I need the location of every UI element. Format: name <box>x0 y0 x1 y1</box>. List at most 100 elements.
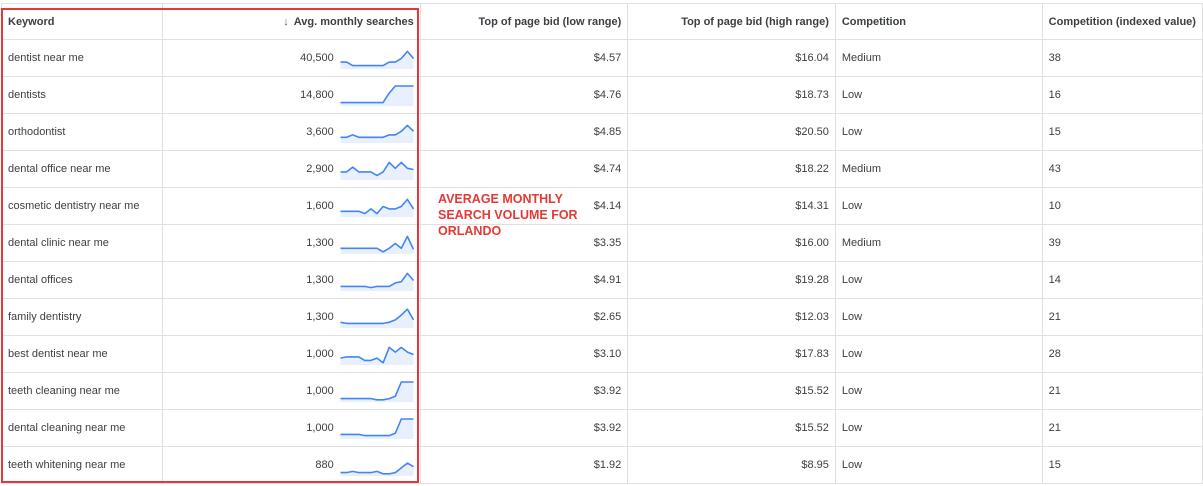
low-bid-cell: $3.92 <box>419 409 629 447</box>
competition-cell: Medium <box>834 150 1043 188</box>
competition-cell: Low <box>834 261 1043 299</box>
table-row[interactable]: dental offices 1,300 $4.91 $19.28 Low 14 <box>1 261 1203 299</box>
avg-monthly-searches-cell: 1,300 <box>161 298 421 336</box>
avg-monthly-searches-cell: 1,000 <box>161 335 421 373</box>
competition-cell: Low <box>834 113 1043 151</box>
keyword-cell[interactable]: dental cleaning near me <box>1 409 163 447</box>
trend-sparkline <box>340 418 414 439</box>
high-bid-cell: $17.83 <box>627 335 836 373</box>
trend-sparkline <box>340 346 414 365</box>
keyword-cell[interactable]: dental office near me <box>1 150 163 188</box>
column-header-competition-index[interactable]: Competition (indexed value) <box>1041 3 1203 40</box>
keyword-cell[interactable]: teeth cleaning near me <box>1 372 163 410</box>
avg-monthly-searches-cell: 40,500 <box>161 39 421 77</box>
column-header-competition[interactable]: Competition <box>834 3 1043 40</box>
trend-sparkline <box>340 381 414 402</box>
trend-sparkline <box>340 124 414 143</box>
sparkline-area <box>340 125 414 143</box>
trend-sparkline <box>340 161 414 180</box>
table-body: dentist near me 40,500 $4.57 $16.04 Medium 38… <box>1 39 1203 484</box>
competition-cell: Low <box>834 298 1043 336</box>
avg-monthly-searches-value: 1,000 <box>306 348 334 360</box>
high-bid-cell: $12.03 <box>627 298 836 336</box>
high-bid-cell: $15.52 <box>627 409 836 447</box>
avg-monthly-searches-value: 1,000 <box>306 385 334 397</box>
trend-sparkline <box>340 272 414 291</box>
high-bid-cell: $16.04 <box>627 39 836 77</box>
competition-index-cell: 39 <box>1041 224 1203 262</box>
keyword-cell[interactable]: best dentist near me <box>1 335 163 373</box>
trend-sparkline <box>340 308 414 328</box>
avg-monthly-searches-value: 2,900 <box>306 163 334 175</box>
keyword-cell[interactable]: cosmetic dentistry near me <box>1 187 163 225</box>
table-row[interactable]: dental cleaning near me 1,000 $3.92 $15.52 L… <box>1 409 1203 447</box>
high-bid-cell: $16.00 <box>627 224 836 262</box>
competition-cell: Low <box>834 446 1043 484</box>
competition-index-cell: 28 <box>1041 335 1203 373</box>
avg-monthly-searches-value: 1,300 <box>306 274 334 286</box>
keyword-cell[interactable]: dentists <box>1 76 163 114</box>
table-row[interactable]: dental office near me 2,900 $4.74 $18.22 Med… <box>1 150 1203 188</box>
avg-monthly-searches-value: 3,600 <box>306 126 334 138</box>
high-bid-cell: $18.22 <box>627 150 836 188</box>
competition-index-cell: 16 <box>1041 76 1203 114</box>
trend-sparkline <box>340 198 414 217</box>
competition-cell: Low <box>834 187 1043 225</box>
keyword-cell[interactable]: orthodontist <box>1 113 163 151</box>
low-bid-cell: $4.74 <box>419 150 629 188</box>
avg-monthly-searches-cell: 1,300 <box>161 224 421 262</box>
sparkline-area <box>340 162 414 180</box>
avg-monthly-searches-value: 1,300 <box>306 311 334 323</box>
keyword-cell[interactable]: dentist near me <box>1 39 163 77</box>
avg-monthly-searches-cell: 3,600 <box>161 113 421 151</box>
competition-index-cell: 21 <box>1041 372 1203 410</box>
table-row[interactable]: dentist near me 40,500 $4.57 $16.04 Medium 38 <box>1 39 1203 77</box>
arrow-down-icon: ↓ <box>283 15 289 28</box>
keyword-cell[interactable]: dental clinic near me <box>1 224 163 262</box>
low-bid-cell: $3.92 <box>419 372 629 410</box>
column-header-low-bid[interactable]: Top of page bid (low range) <box>419 3 629 40</box>
table-row[interactable]: teeth cleaning near me 1,000 $3.92 $15.52 Lo… <box>1 372 1203 410</box>
low-bid-cell: $2.65 <box>419 298 629 336</box>
avg-monthly-searches-cell: 1,000 <box>161 409 421 447</box>
avg-monthly-searches-cell: 1,300 <box>161 261 421 299</box>
competition-cell: Low <box>834 409 1043 447</box>
table-row[interactable]: teeth whitening near me 880 $1.92 $8.95 Low 1… <box>1 446 1203 484</box>
trend-sparkline <box>340 235 414 254</box>
table-row[interactable]: family dentistry 1,300 $2.65 $12.03 Low 21 <box>1 298 1203 336</box>
competition-cell: Medium <box>834 39 1043 77</box>
column-header-high-bid[interactable]: Top of page bid (high range) <box>627 3 836 40</box>
column-header-keyword[interactable]: Keyword <box>1 3 163 40</box>
competition-cell: Low <box>834 335 1043 373</box>
keyword-table: Keyword ↓ Avg. monthly searches Top of pa… <box>1 3 1203 484</box>
keyword-cell[interactable]: family dentistry <box>1 298 163 336</box>
sparkline-area <box>340 273 414 291</box>
keyword-cell[interactable]: teeth whitening near me <box>1 446 163 484</box>
avg-monthly-searches-value: 1,300 <box>306 237 334 249</box>
table-row[interactable]: best dentist near me 1,000 $3.10 $17.83 Low 2… <box>1 335 1203 373</box>
avg-monthly-searches-cell: 14,800 <box>161 76 421 114</box>
sparkline-area <box>340 309 414 328</box>
competition-index-cell: 38 <box>1041 39 1203 77</box>
avg-monthly-searches-value: 14,800 <box>300 89 334 101</box>
low-bid-cell: $4.76 <box>419 76 629 114</box>
high-bid-cell: $8.95 <box>627 446 836 484</box>
avg-monthly-searches-value: 1,000 <box>306 422 334 434</box>
keyword-cell[interactable]: dental offices <box>1 261 163 299</box>
table-row[interactable]: orthodontist 3,600 $4.85 $20.50 Low 15 <box>1 113 1203 151</box>
high-bid-cell: $14.31 <box>627 187 836 225</box>
trend-sparkline <box>340 85 414 106</box>
competition-index-cell: 21 <box>1041 298 1203 336</box>
avg-monthly-searches-cell: 1,600 <box>161 187 421 225</box>
high-bid-cell: $18.73 <box>627 76 836 114</box>
avg-monthly-searches-value: 880 <box>315 459 334 471</box>
competition-cell: Low <box>834 372 1043 410</box>
competition-index-cell: 15 <box>1041 446 1203 484</box>
column-header-avg-monthly-searches[interactable]: ↓ Avg. monthly searches <box>161 3 421 40</box>
avg-monthly-searches-value: 1,600 <box>306 200 334 212</box>
table-row[interactable]: dentists 14,800 $4.76 $18.73 Low 16 <box>1 76 1203 114</box>
column-header-avg-label: Avg. monthly searches <box>293 15 414 28</box>
trend-sparkline <box>340 462 414 476</box>
competition-index-cell: 14 <box>1041 261 1203 299</box>
high-bid-cell: $20.50 <box>627 113 836 151</box>
